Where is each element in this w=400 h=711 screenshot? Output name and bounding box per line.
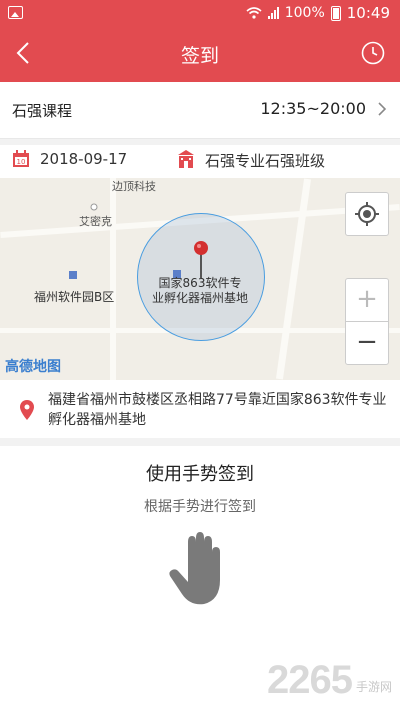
watermark: 2265 手游网	[267, 658, 392, 703]
watermark-number: 2265	[267, 658, 353, 702]
map-road	[110, 178, 116, 380]
map-pin-icon	[194, 241, 208, 278]
address-text: 福建省福州市鼓楼区丞相路77号靠近国家863软件专业孵化器福州基地	[48, 392, 387, 428]
address-row: 福建省福州市鼓楼区丞相路77号靠近国家863软件专业孵化器福州基地	[0, 380, 400, 438]
map-label: 艾密克	[79, 215, 112, 228]
course-name: 石强课程	[12, 102, 73, 120]
building-icon	[69, 271, 77, 279]
course-time: 12:35~20:00	[260, 99, 366, 118]
battery-icon	[330, 5, 341, 21]
poi-label-line: 国家863软件专	[158, 276, 242, 290]
gesture-title: 使用手势签到	[146, 464, 254, 485]
signal-icon	[267, 7, 279, 19]
svg-text:10: 10	[17, 158, 26, 166]
locate-icon	[355, 202, 379, 226]
hand-icon	[169, 532, 220, 605]
page-title: 签到	[180, 45, 219, 67]
location-icon	[20, 400, 34, 420]
app-header: 签到	[0, 26, 400, 82]
gesture-sign-panel[interactable]: 使用手势签到 根据手势进行签到 2265 手游网	[0, 446, 400, 711]
wifi-icon	[246, 7, 262, 19]
zoom-out-button[interactable]: −	[345, 321, 389, 365]
zoom-in-button[interactable]: +	[345, 278, 389, 322]
image-icon	[8, 6, 23, 19]
poi-dot-icon	[90, 203, 98, 211]
course-row[interactable]: 石强课程 12:35~20:00	[0, 82, 400, 139]
calendar-icon: 10	[13, 150, 29, 167]
map-view[interactable]: 边顶科技 艾密克 福州软件园B区 国家863软件专 业孵化器福州基地 高德地图 …	[0, 178, 400, 380]
battery-percent: 100%	[284, 5, 325, 21]
map-road	[275, 178, 312, 380]
map-logo: 高德地图	[5, 359, 61, 375]
school-icon	[178, 150, 194, 168]
poi-label: 国家863软件专 业孵化器福州基地	[120, 276, 280, 306]
chevron-right-icon	[378, 102, 387, 116]
map-label: 福州软件园B区	[34, 290, 115, 304]
map-label: 边顶科技	[112, 180, 156, 193]
divider	[0, 438, 400, 446]
gesture-subtitle: 根据手势进行签到	[144, 499, 256, 515]
status-bar: 100% 10:49	[0, 0, 400, 26]
class-name: 石强专业石强班级	[205, 152, 326, 170]
locate-button[interactable]	[345, 192, 389, 236]
clock-time: 10:49	[346, 4, 390, 22]
poi-label-line: 业孵化器福州基地	[151, 291, 248, 305]
clock-icon[interactable]	[360, 40, 386, 66]
watermark-site: 手游网	[355, 680, 392, 694]
sign-date: 2018-09-17	[40, 150, 128, 168]
status-right: 100% 10:49	[246, 4, 390, 22]
